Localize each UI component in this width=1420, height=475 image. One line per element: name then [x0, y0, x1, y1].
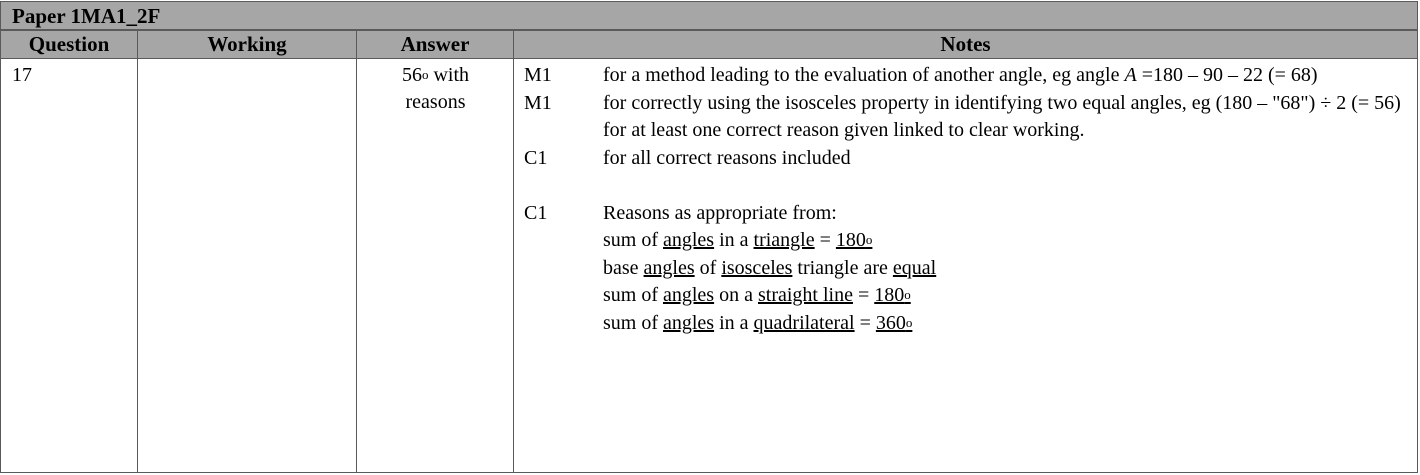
- mark-code: [524, 117, 603, 145]
- answer-line2: reasons: [405, 91, 466, 113]
- header-answer: Answer: [357, 31, 514, 58]
- reason-line: sum of angles on a straight line = 180o: [603, 284, 911, 306]
- question-number: 17: [12, 64, 32, 86]
- reason-line: base angles of isosceles triangle are eq…: [603, 256, 937, 279]
- header-working: Working: [138, 31, 357, 58]
- note-text: for a method leading to the evaluation o…: [603, 64, 1318, 86]
- header-row: Question Working Answer Notes: [0, 30, 1418, 59]
- mark-scheme-table: Paper 1MA1_2F Question Working Answer No…: [0, 0, 1420, 475]
- mark-code: C1: [524, 201, 548, 224]
- mark-code: M1: [524, 91, 552, 114]
- header-question: Question: [1, 31, 138, 58]
- answer-value: 56: [401, 64, 422, 86]
- note-text: for all correct reasons included: [603, 146, 851, 169]
- note-row: C1 for all correct reasons included: [524, 145, 1404, 173]
- note-text: for at least one correct reason given li…: [603, 119, 1085, 141]
- mark-code: C1: [524, 146, 548, 169]
- note-row: for at least one correct reason given li…: [524, 117, 1404, 145]
- degree-sign: o: [421, 67, 429, 82]
- note-text: for correctly using the isosceles proper…: [603, 91, 1401, 114]
- column-divider: [137, 59, 138, 473]
- note-row: M1 for correctly using the isosceles pro…: [524, 90, 1404, 118]
- paper-title-bar: Paper 1MA1_2F: [0, 1, 1418, 30]
- paper-title: Paper 1MA1_2F: [12, 4, 161, 28]
- note-text: Reasons as appropriate from: sum of angl…: [603, 200, 1404, 338]
- mark-code: M1: [524, 64, 552, 86]
- note-row: M1 for a method leading to the evaluatio…: [524, 62, 1404, 90]
- reason-line: sum of angles in a quadrilateral = 360o: [603, 311, 913, 334]
- answer-suffix: with: [428, 64, 470, 86]
- column-divider: [513, 59, 514, 473]
- answer-cell: 56o with reasons: [358, 62, 513, 116]
- reason-line: sum of angles in a triangle = 180o: [603, 229, 873, 251]
- note-row: C1 Reasons as appropriate from: sum of a…: [524, 200, 1404, 338]
- notes-cell: M1 for a method leading to the evaluatio…: [524, 62, 1404, 337]
- column-divider: [356, 59, 357, 473]
- header-notes: Notes: [940, 32, 991, 56]
